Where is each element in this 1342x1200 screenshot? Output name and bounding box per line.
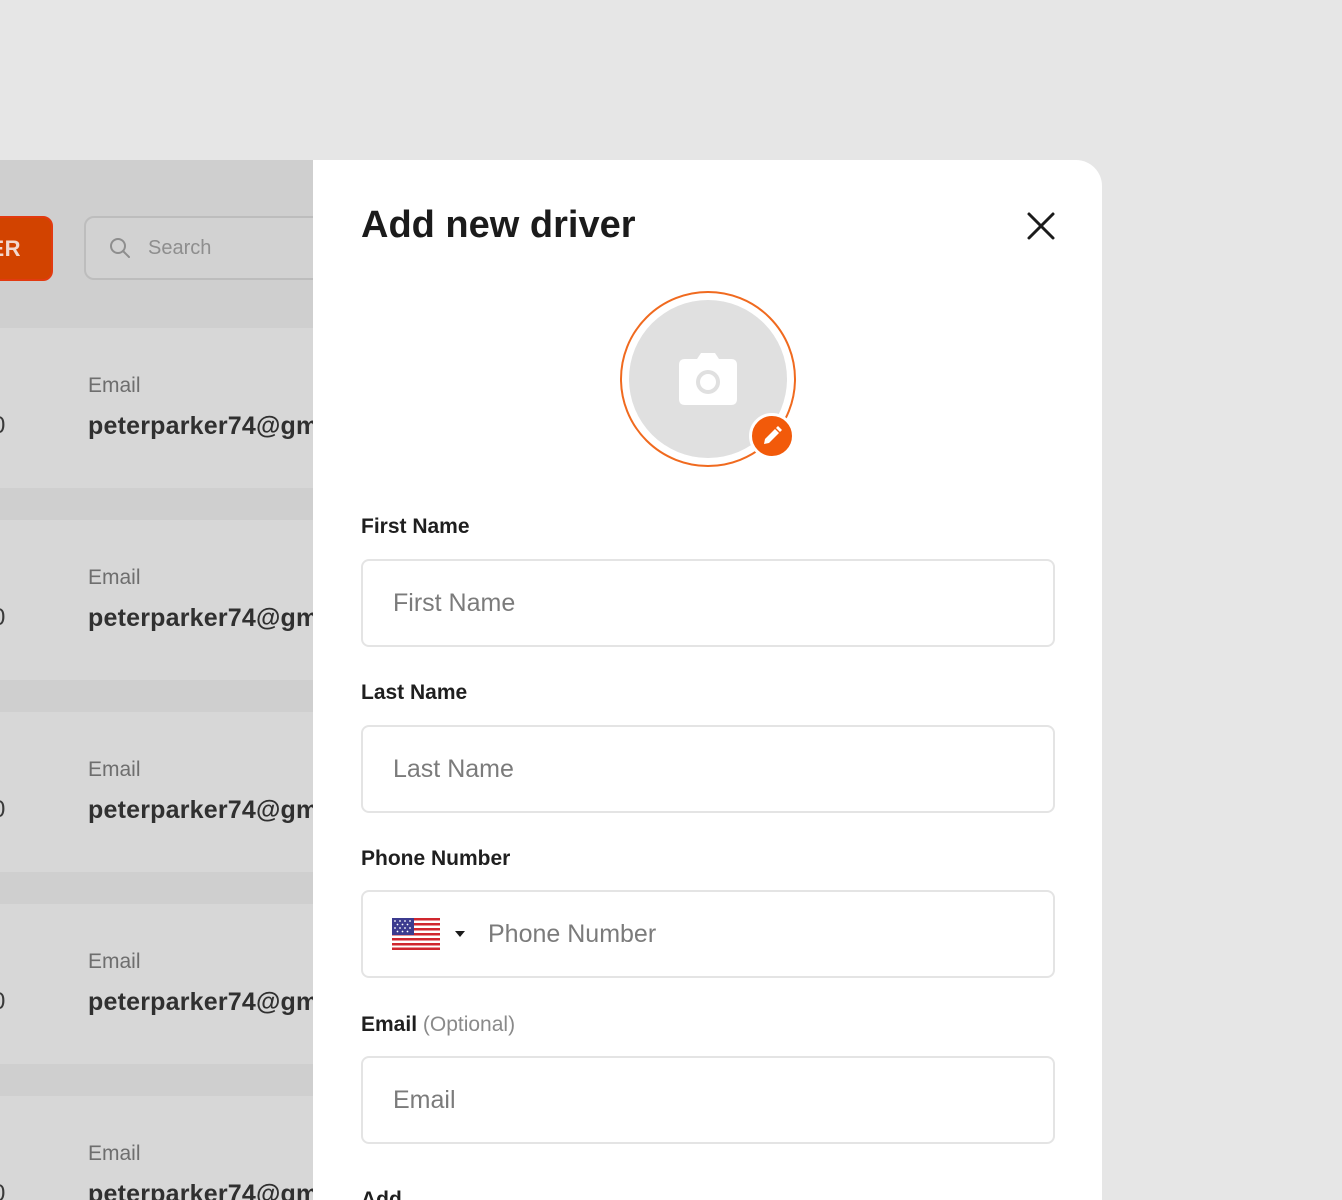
phone-number-input[interactable]: [488, 892, 1053, 976]
add-driver-button[interactable]: ER: [0, 216, 53, 281]
email-value: peterparker74@gmail.com: [88, 604, 330, 632]
row-lead-text: 0: [0, 604, 5, 632]
list-item[interactable]: 0 Email peterparker74@gmail.com: [0, 520, 330, 680]
email-label: Email: [88, 758, 141, 781]
last-name-label: Last Name: [361, 681, 468, 704]
list-item[interactable]: 0 Email peterparker74@gmail.com: [0, 904, 330, 1064]
search-placeholder: Search: [148, 236, 212, 259]
search-icon: [110, 238, 130, 258]
add-driver-modal: Add new driver First Name First Name Las…: [313, 160, 1102, 1200]
email-value: peterparker74@gmail.com: [88, 988, 330, 1016]
last-name-input[interactable]: [361, 725, 1055, 813]
email-value: peterparker74@gmail.com: [88, 796, 330, 824]
row-lead-text: 0: [0, 796, 5, 824]
list-item[interactable]: 0 Email peterparker74@gmail.com: [0, 1096, 330, 1200]
email-label: Email: [88, 566, 141, 589]
camera-icon: [679, 353, 737, 405]
row-lead-text: 0: [0, 1180, 5, 1200]
phone-number-label: Phone Number: [361, 847, 511, 870]
close-button[interactable]: [1021, 206, 1061, 246]
email-label: Email: [88, 374, 141, 397]
email-value: peterparker74@gmail.com: [88, 1180, 330, 1200]
list-item[interactable]: 0 Email peterparker74@gmail.com: [0, 712, 330, 872]
row-lead-text: 0: [0, 412, 5, 440]
optional-hint: (Optional): [422, 1013, 516, 1036]
caret-down-icon: [455, 931, 465, 937]
email-label-text: Email: [361, 1013, 418, 1036]
next-field-label: Add: [361, 1188, 402, 1200]
pencil-icon: [764, 426, 782, 444]
email-input[interactable]: [361, 1056, 1055, 1144]
phone-number-field: [361, 890, 1055, 978]
email-label: Email: [88, 950, 141, 973]
first-name-label: First Name: [361, 515, 470, 538]
modal-title: Add new driver: [361, 204, 636, 246]
avatar-upload[interactable]: [620, 291, 796, 467]
search-box[interactable]: Search: [84, 216, 330, 280]
country-code-select[interactable]: [363, 892, 466, 976]
app-stage: ER Search 0 Email peterparker74@gmail.co…: [0, 0, 1342, 1200]
first-name-input[interactable]: [361, 559, 1055, 647]
email-field-label: Email (Optional): [361, 1013, 515, 1037]
email-label: Email: [88, 1142, 141, 1165]
edit-avatar-button[interactable]: [749, 413, 795, 459]
row-lead-text: 0: [0, 988, 5, 1016]
us-flag-icon: [392, 918, 440, 950]
email-value: peterparker74@gmail.com: [88, 412, 330, 440]
background-toolbar: ER Search: [0, 160, 330, 328]
background-driver-list: ER Search 0 Email peterparker74@gmail.co…: [0, 160, 330, 1200]
close-icon: [1027, 212, 1055, 240]
list-item[interactable]: 0 Email peterparker74@gmail.com: [0, 328, 330, 488]
